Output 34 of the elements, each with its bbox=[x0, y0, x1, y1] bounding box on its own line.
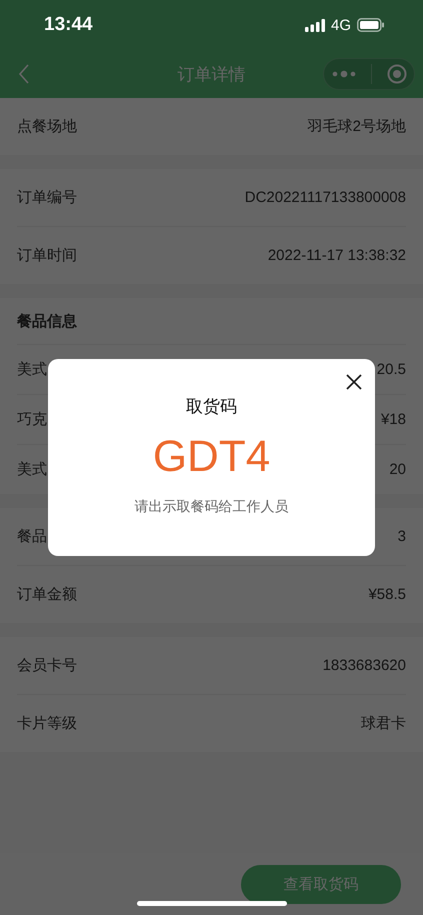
field-label: 卡片等级 bbox=[17, 714, 77, 733]
close-icon[interactable] bbox=[346, 374, 362, 390]
view-pickup-code-button[interactable]: 查看取货码 bbox=[241, 865, 401, 904]
item-name: 美式 bbox=[17, 360, 47, 379]
signal-icon bbox=[304, 18, 325, 32]
pickup-code: GDT4 bbox=[152, 432, 270, 482]
field-value: ¥58.5 bbox=[368, 586, 406, 603]
item-price: 20 bbox=[389, 461, 406, 478]
field-label: 点餐场地 bbox=[17, 117, 77, 136]
field-label: 订单金额 bbox=[17, 585, 77, 604]
field-label: 会员卡号 bbox=[17, 656, 77, 675]
item-name: 巧克 bbox=[17, 410, 47, 429]
status-time: 13:44 bbox=[44, 14, 93, 36]
field-value: 球君卡 bbox=[361, 714, 406, 733]
field-value: 2022-11-17 13:38:32 bbox=[268, 247, 406, 264]
network-label: 4G bbox=[330, 16, 351, 34]
field-value: DC20221117133800008 bbox=[244, 189, 406, 206]
page-title: 订单详情 bbox=[178, 64, 246, 86]
item-name: 美式 bbox=[17, 460, 47, 479]
field-value: 羽毛球2号场地 bbox=[308, 117, 406, 136]
battery-icon bbox=[357, 18, 385, 32]
dialog-title: 取货码 bbox=[186, 396, 237, 418]
field-label: 订单编号 bbox=[17, 188, 77, 207]
section-heading: 餐品信息 bbox=[17, 312, 77, 330]
field-value: 3 bbox=[398, 528, 406, 545]
item-price: ¥18 bbox=[380, 411, 406, 428]
field-value: 1833683620 bbox=[322, 657, 406, 674]
dialog-hint: 请出示取餐码给工作人员 bbox=[134, 498, 288, 516]
item-price: 20.5 bbox=[376, 361, 406, 378]
close-target-icon[interactable] bbox=[386, 64, 406, 84]
more-icon[interactable] bbox=[332, 70, 356, 78]
field-label: 订单时间 bbox=[17, 246, 77, 265]
back-icon[interactable] bbox=[18, 64, 30, 84]
field-label: 餐品 bbox=[17, 527, 47, 546]
